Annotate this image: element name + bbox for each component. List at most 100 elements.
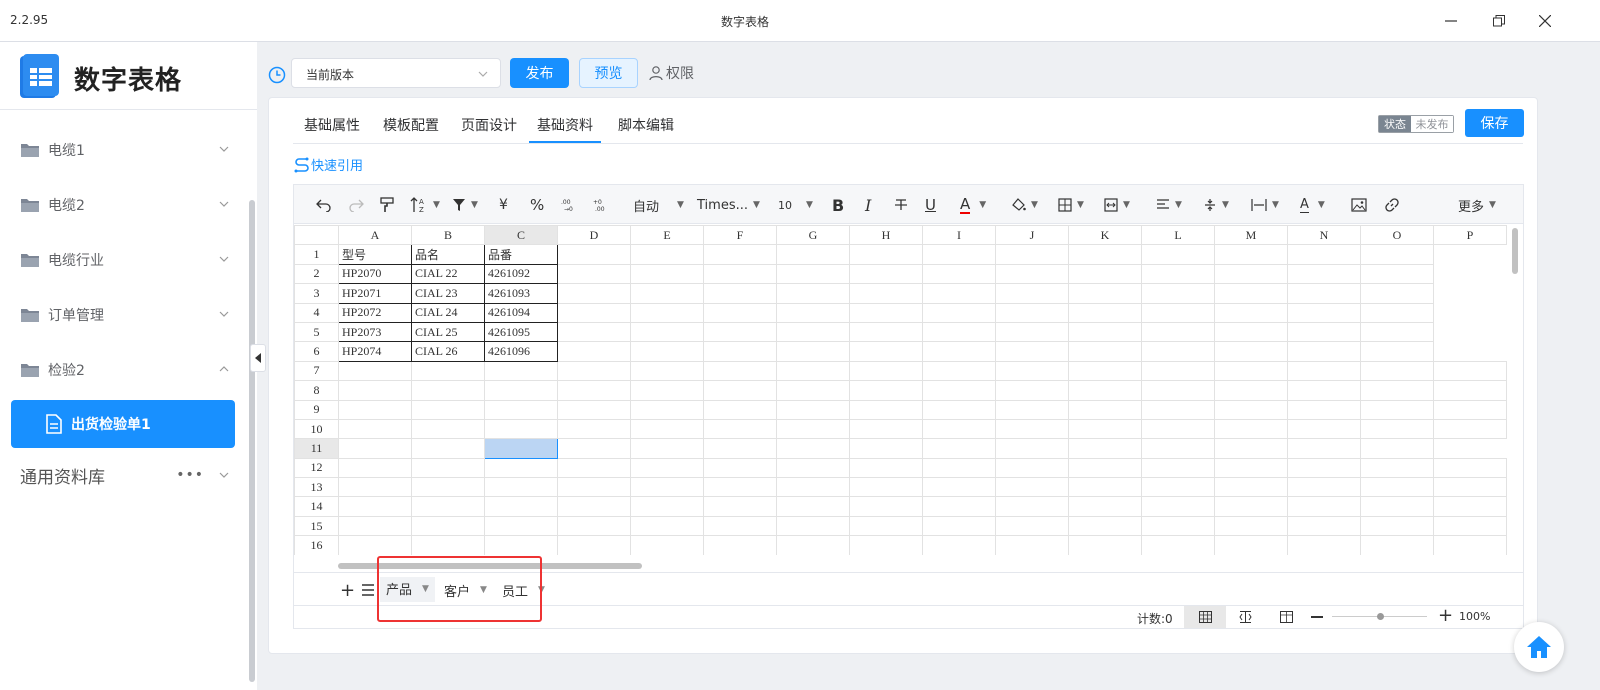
- cell[interactable]: [1068, 399, 1142, 420]
- cell[interactable]: [411, 399, 485, 420]
- cell[interactable]: [1214, 477, 1288, 498]
- decrease-decimal-icon[interactable]: .00 →0: [560, 195, 576, 215]
- row-header[interactable]: 11: [294, 438, 339, 459]
- italic-button[interactable]: I: [865, 195, 871, 215]
- row-header[interactable]: 13: [294, 477, 339, 498]
- cell[interactable]: [1287, 515, 1361, 537]
- increase-decimal-icon[interactable]: +0.00: [592, 195, 608, 215]
- column-header[interactable]: A: [338, 225, 412, 246]
- cell[interactable]: [776, 302, 850, 323]
- insert-link-icon[interactable]: [1384, 195, 1400, 215]
- currency-icon[interactable]: ¥: [499, 195, 508, 215]
- cell[interactable]: [849, 457, 923, 479]
- tab-page-design[interactable]: 页面设计: [461, 115, 517, 143]
- collapse-sidebar-button[interactable]: [250, 344, 266, 372]
- quick-reference-link[interactable]: 快速引用: [293, 155, 363, 174]
- tab-script-edit[interactable]: 脚本编辑: [618, 115, 674, 143]
- corner-cell[interactable]: [294, 225, 339, 246]
- cell[interactable]: [1287, 418, 1361, 440]
- row-header[interactable]: 6: [294, 341, 339, 362]
- cell[interactable]: [703, 399, 777, 420]
- cell[interactable]: [1068, 438, 1142, 459]
- cell[interactable]: [1433, 477, 1507, 498]
- cell[interactable]: [849, 496, 923, 517]
- cell[interactable]: [557, 418, 631, 440]
- cell[interactable]: [776, 263, 850, 285]
- cell[interactable]: [1141, 263, 1215, 285]
- cell[interactable]: [1287, 263, 1361, 285]
- cell[interactable]: [1068, 515, 1142, 537]
- column-header[interactable]: F: [703, 225, 777, 246]
- cell[interactable]: [411, 380, 485, 401]
- cell[interactable]: [630, 515, 704, 537]
- cell[interactable]: [557, 535, 631, 555]
- column-header[interactable]: C: [484, 225, 558, 246]
- text-wrap-icon[interactable]: ▼: [1251, 195, 1279, 215]
- cell[interactable]: [1360, 477, 1434, 498]
- tab-template-config[interactable]: 模板配置: [383, 115, 439, 143]
- cell[interactable]: [776, 477, 850, 498]
- cell[interactable]: [703, 244, 777, 265]
- cell[interactable]: [484, 457, 558, 479]
- cell[interactable]: [922, 535, 996, 555]
- cell[interactable]: [995, 321, 1069, 343]
- cell[interactable]: [338, 418, 412, 440]
- cell[interactable]: [1141, 457, 1215, 479]
- cell[interactable]: [1287, 399, 1361, 420]
- cell[interactable]: [776, 418, 850, 440]
- cell[interactable]: [1068, 341, 1142, 362]
- cell[interactable]: [1141, 477, 1215, 498]
- cell[interactable]: [849, 302, 923, 323]
- row-header[interactable]: 1: [294, 244, 339, 265]
- cell[interactable]: [1068, 321, 1142, 343]
- cell[interactable]: [703, 457, 777, 479]
- page-layout-view-icon[interactable]: [1280, 611, 1293, 626]
- cell[interactable]: [776, 515, 850, 537]
- cell[interactable]: [338, 399, 412, 420]
- zoom-slider-thumb[interactable]: [1377, 613, 1384, 620]
- cell[interactable]: [1360, 496, 1434, 517]
- column-header[interactable]: H: [849, 225, 923, 246]
- bold-button[interactable]: B: [832, 195, 844, 215]
- cell[interactable]: [776, 399, 850, 420]
- cell[interactable]: [484, 515, 558, 537]
- cell[interactable]: [776, 457, 850, 479]
- cell[interactable]: [630, 302, 704, 323]
- cell[interactable]: [338, 515, 412, 537]
- cell[interactable]: [411, 477, 485, 498]
- cell[interactable]: [338, 477, 412, 498]
- cell[interactable]: [922, 302, 996, 323]
- cell[interactable]: [557, 457, 631, 479]
- cell[interactable]: CIAL 22: [411, 263, 485, 285]
- cell[interactable]: [630, 399, 704, 420]
- cell[interactable]: [849, 360, 923, 382]
- cell[interactable]: [1287, 380, 1361, 401]
- insert-image-icon[interactable]: [1351, 195, 1367, 215]
- cell[interactable]: [484, 535, 558, 555]
- history-clock-icon[interactable]: [268, 66, 286, 84]
- cell[interactable]: 4261093: [484, 283, 558, 304]
- cell[interactable]: [1141, 496, 1215, 517]
- cell[interactable]: [703, 418, 777, 440]
- cell[interactable]: [1360, 380, 1434, 401]
- cell[interactable]: [849, 380, 923, 401]
- cell[interactable]: [922, 283, 996, 304]
- percent-icon[interactable]: %: [530, 195, 544, 215]
- cell[interactable]: [630, 380, 704, 401]
- row-header[interactable]: 2: [294, 263, 339, 285]
- spreadsheet-grid[interactable]: A B C D E F G H I J K L M N O P 1 型号 品名 …: [294, 225, 1508, 555]
- column-header[interactable]: J: [995, 225, 1069, 246]
- cell[interactable]: 4261096: [484, 341, 558, 362]
- cell[interactable]: [630, 283, 704, 304]
- column-header[interactable]: P: [1433, 225, 1507, 246]
- row-header[interactable]: 14: [294, 496, 339, 517]
- more-tools-button[interactable]: 更多 ▼: [1458, 195, 1496, 215]
- filter-icon[interactable]: ▼: [452, 195, 478, 215]
- cell[interactable]: [411, 457, 485, 479]
- cell[interactable]: [1360, 457, 1434, 479]
- more-icon[interactable]: •••: [176, 467, 204, 483]
- cell[interactable]: [1360, 321, 1434, 343]
- cell[interactable]: [776, 380, 850, 401]
- cell[interactable]: [995, 535, 1069, 555]
- cell[interactable]: [484, 477, 558, 498]
